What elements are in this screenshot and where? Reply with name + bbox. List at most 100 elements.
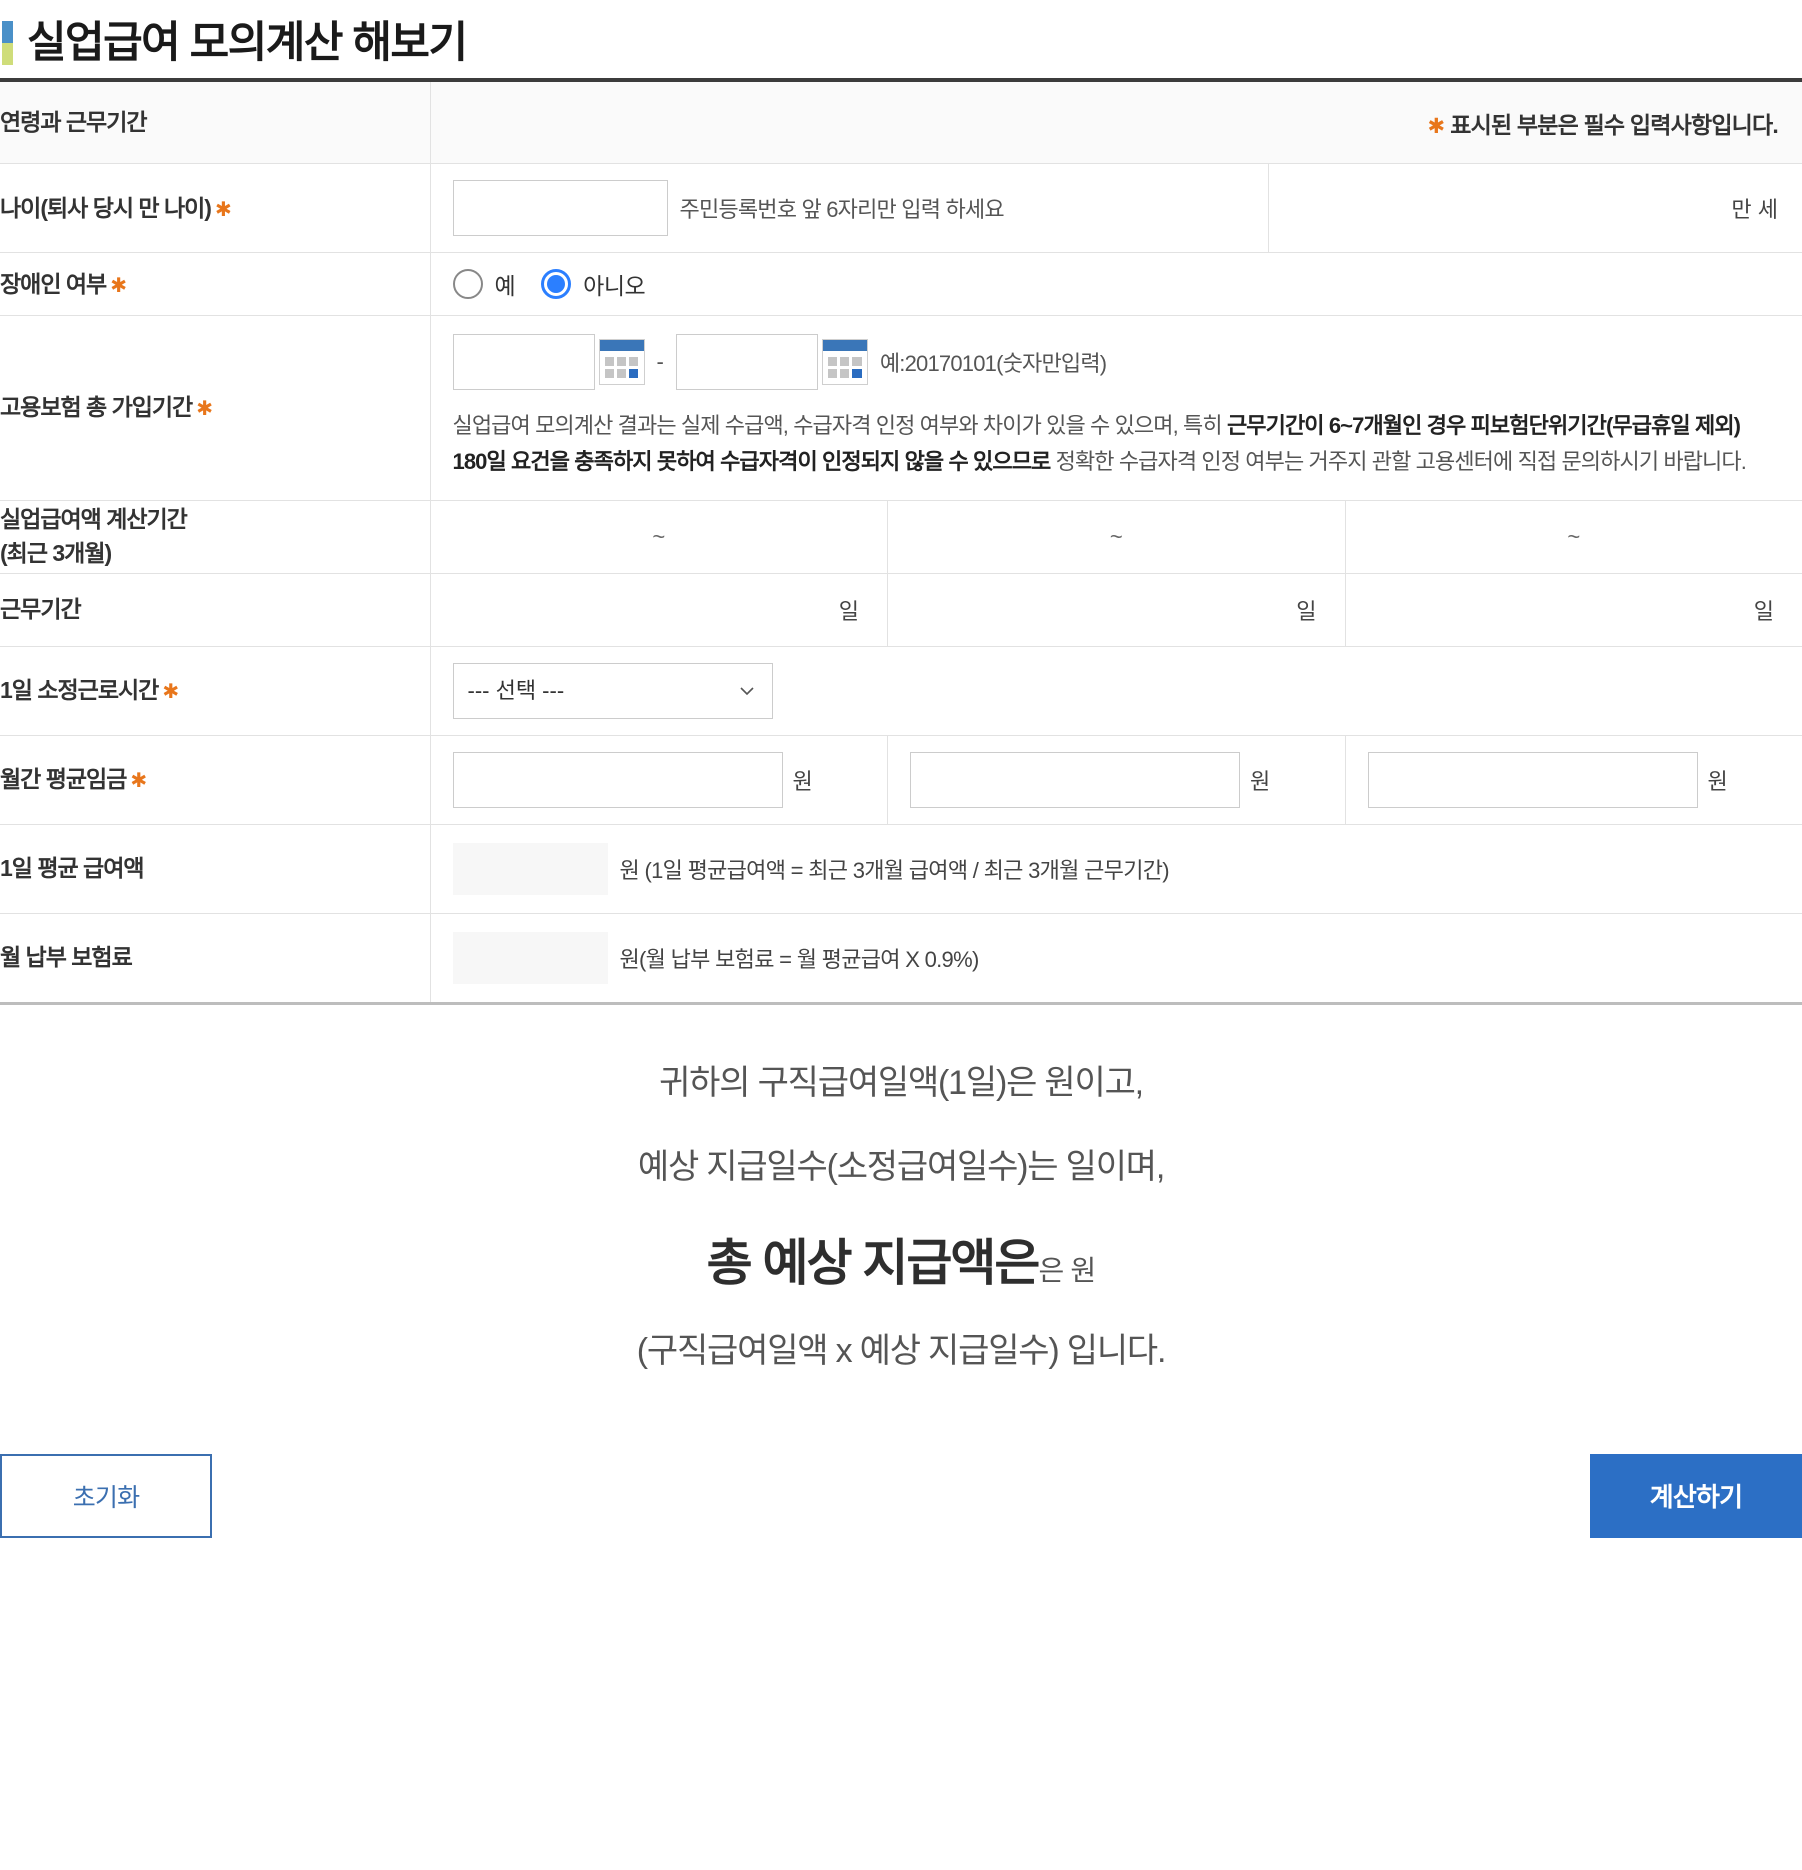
label-work-period: 근무기간 xyxy=(0,573,431,647)
result-line-formula: (구직급여일액 x 예상 지급일수) 입니다. xyxy=(636,1331,1167,1370)
radio-disability-no[interactable] xyxy=(541,269,572,300)
cell-daily-hours: --- 선택 --- xyxy=(430,646,1802,736)
result-summary: 귀하의 구직급여일액(1일)은 원이고, 예상 지급일수(소정급여일수)는 일이… xyxy=(0,1005,1802,1392)
notice-text-part1: 실업급여 모의계산 결과는 실제 수급액, 수급자격 인정 여부와 차이가 있을… xyxy=(452,413,1227,439)
age-input[interactable] xyxy=(452,180,668,237)
label-age-text: 나이(퇴사 당시 만 나이) xyxy=(0,194,212,221)
required-asterisk-icon: ✱ xyxy=(196,398,213,421)
cell-insurance-period: - 예:20170101(숫자만입력) 실업급여 모의계산 결과는 실제 수급액… xyxy=(430,315,1802,501)
cell-monthly-wage: 원 원 원 xyxy=(430,735,1802,825)
cell-work-period: 일 일 일 xyxy=(430,573,1802,647)
table-row-work-period: 근무기간 일 일 일 xyxy=(0,573,1802,647)
label-disability: 장애인 여부 ✱ xyxy=(0,252,431,317)
notice-text-part2: 정확한 수급자격 인정 여부는 거주지 관할 고용센터에 직접 문의하시기 바랍… xyxy=(1050,448,1747,474)
result-total-label: 총 예상 지급액은 xyxy=(706,1235,1041,1292)
table-row-age: 나이(퇴사 당시 만 나이) ✱ 주민등록번호 앞 6자리만 입력 하세요 만 세 xyxy=(0,163,1802,254)
required-asterisk-icon: ✱ xyxy=(110,274,127,297)
calc-period-value-3: ~ xyxy=(1567,523,1581,549)
cell-age: 주민등록번호 앞 6자리만 입력 하세요 만 세 xyxy=(430,163,1802,254)
monthly-wage-unit-3: 원 xyxy=(1707,768,1728,794)
required-note-text: 표시된 부분은 필수 입력사항입니다. xyxy=(1450,111,1779,138)
label-monthly-premium: 월 납부 보험료 xyxy=(0,913,431,1004)
label-daily-hours: 1일 소정근로시간 ✱ xyxy=(0,646,431,736)
unemployment-benefit-calculator-page: 실업급여 모의계산 해보기 연령과 근무기간 ✱ 표시된 부분은 필수 입력사항입… xyxy=(0,0,1802,1538)
work-period-columns: 일 일 일 xyxy=(431,573,1802,646)
insurance-period-notice: 실업급여 모의계산 결과는 실제 수급액, 수급자격 인정 여부와 차이가 있을… xyxy=(431,394,1802,499)
result-line-daily-amount: 귀하의 구직급여일액(1일)은 원이고, xyxy=(659,1063,1144,1102)
result-line-expected-days: 예상 지급일수(소정급여일수)는 일이며, xyxy=(637,1148,1165,1187)
daily-average-readonly-value xyxy=(452,842,608,895)
calculator-form-table: 연령과 근무기간 ✱ 표시된 부분은 필수 입력사항입니다. 나이(퇴사 당시 만… xyxy=(0,78,1802,1005)
date-format-hint: 예:20170101(숫자만입력) xyxy=(879,351,1107,377)
date-range-separator: - xyxy=(656,349,664,375)
cell-calc-period: ~ ~ ~ xyxy=(430,500,1802,574)
calc-period-col-1: ~ xyxy=(431,500,888,573)
daily-hours-select-wrapper: --- 선택 --- xyxy=(431,647,773,735)
cell-monthly-premium: 원(월 납부 보험료 = 월 평균급여 X 0.9%) xyxy=(430,913,1802,1004)
work-period-unit-3: 일 xyxy=(1753,598,1774,624)
page-title: 실업급여 모의계산 해보기 xyxy=(27,18,468,67)
calc-period-value-1: ~ xyxy=(652,523,666,549)
page-title-bar: 실업급여 모의계산 해보기 xyxy=(0,0,1802,78)
monthly-wage-unit-2: 원 xyxy=(1250,768,1271,794)
calc-period-columns: ~ ~ ~ xyxy=(431,500,1802,573)
age-hint-text: 주민등록번호 앞 6자리만 입력 하세요 xyxy=(679,197,1005,223)
cell-disability: 예 아니오 xyxy=(430,252,1802,317)
required-fields-note: ✱ 표시된 부분은 필수 입력사항입니다. xyxy=(430,80,1802,165)
table-row-calc-period: 실업급여액 계산기간 (최근 3개월) ~ ~ ~ xyxy=(0,500,1802,574)
daily-average-formula-text: 원 (1일 평균급여액 = 최근 3개월 급여액 / 최근 3개월 근무기간) xyxy=(619,857,1170,883)
table-row-daily-hours: 1일 소정근로시간 ✱ --- 선택 --- xyxy=(0,646,1802,736)
monthly-wage-col-2: 원 xyxy=(888,735,1346,824)
table-row-monthly-premium: 월 납부 보험료 원(월 납부 보험료 = 월 평균급여 X 0.9%) xyxy=(0,913,1802,1004)
required-asterisk-icon: ✱ xyxy=(162,680,179,703)
calculate-button[interactable]: 계산하기 xyxy=(1590,1453,1802,1538)
label-calc-period-line1: 실업급여액 계산기간 xyxy=(0,506,188,533)
table-row-monthly-wage: 월간 평균임금 ✱ 원 원 원 xyxy=(0,735,1802,825)
form-action-bar: 초기화 계산하기 xyxy=(0,1392,1802,1538)
section-label-age-and-work-period: 연령과 근무기간 xyxy=(0,80,431,165)
reset-button[interactable]: 초기화 xyxy=(0,1453,212,1538)
label-daily-hours-text: 1일 소정근로시간 xyxy=(0,676,159,703)
monthly-wage-col-3: 원 xyxy=(1346,736,1802,824)
daily-hours-select[interactable]: --- 선택 --- xyxy=(452,662,773,719)
calc-period-col-2: ~ xyxy=(888,500,1346,573)
radio-label-disability-yes[interactable]: 예 xyxy=(495,267,516,301)
monthly-wage-input-1[interactable] xyxy=(452,751,783,808)
label-monthly-wage: 월간 평균임금 ✱ xyxy=(0,735,431,825)
required-asterisk-icon: ✱ xyxy=(130,769,147,792)
monthly-premium-formula-text: 원(월 납부 보험료 = 월 평균급여 X 0.9%) xyxy=(619,946,980,972)
monthly-premium-readonly-value xyxy=(452,931,608,984)
calendar-icon-end[interactable] xyxy=(821,339,868,386)
insurance-end-date-input[interactable] xyxy=(675,334,818,391)
disability-radio-group: 예 아니오 xyxy=(431,253,1802,315)
label-disability-text: 장애인 여부 xyxy=(0,270,107,297)
table-row-disability: 장애인 여부 ✱ 예 아니오 xyxy=(0,252,1802,317)
monthly-wage-col-1: 원 xyxy=(431,735,888,824)
cell-daily-average: 원 (1일 평균급여액 = 최근 3개월 급여액 / 최근 3개월 근무기간) xyxy=(430,824,1802,914)
title-marker-icon xyxy=(2,21,13,65)
work-period-col-2: 일 xyxy=(888,573,1346,646)
required-asterisk-icon: ✱ xyxy=(1427,114,1445,138)
monthly-wage-columns: 원 원 원 xyxy=(431,735,1802,824)
monthly-wage-input-2[interactable] xyxy=(910,751,1240,808)
label-calc-period-line2: (최근 3개월) xyxy=(0,539,112,566)
radio-disability-yes[interactable] xyxy=(452,269,483,300)
label-age: 나이(퇴사 당시 만 나이) ✱ xyxy=(0,163,431,254)
label-daily-average: 1일 평균 급여액 xyxy=(0,824,431,914)
table-row-insurance-period: 고용보험 총 가입기간 ✱ - 예:20170101(숫자만입력) 실업급여 모… xyxy=(0,315,1802,501)
result-line-total: 총 예상 지급액은은 원 xyxy=(0,1232,1802,1295)
work-period-col-3: 일 xyxy=(1346,574,1802,646)
table-row-daily-average: 1일 평균 급여액 원 (1일 평균급여액 = 최근 3개월 급여액 / 최근 … xyxy=(0,824,1802,914)
label-insurance-period-text: 고용보험 총 가입기간 xyxy=(0,394,193,421)
calendar-icon-start[interactable] xyxy=(598,339,645,386)
radio-label-disability-no[interactable]: 아니오 xyxy=(583,267,645,301)
calc-period-col-3: ~ xyxy=(1346,501,1802,573)
label-monthly-wage-text: 월간 평균임금 xyxy=(0,765,127,792)
monthly-wage-input-3[interactable] xyxy=(1367,751,1698,808)
insurance-start-date-input[interactable] xyxy=(452,334,595,391)
monthly-wage-unit-1: 원 xyxy=(792,768,813,794)
label-calc-period: 실업급여액 계산기간 (최근 3개월) xyxy=(0,500,431,574)
work-period-unit-2: 일 xyxy=(1296,598,1317,624)
work-period-col-1: 일 xyxy=(431,573,888,646)
insurance-period-date-range: - 예:20170101(숫자만입력) xyxy=(431,316,1802,394)
